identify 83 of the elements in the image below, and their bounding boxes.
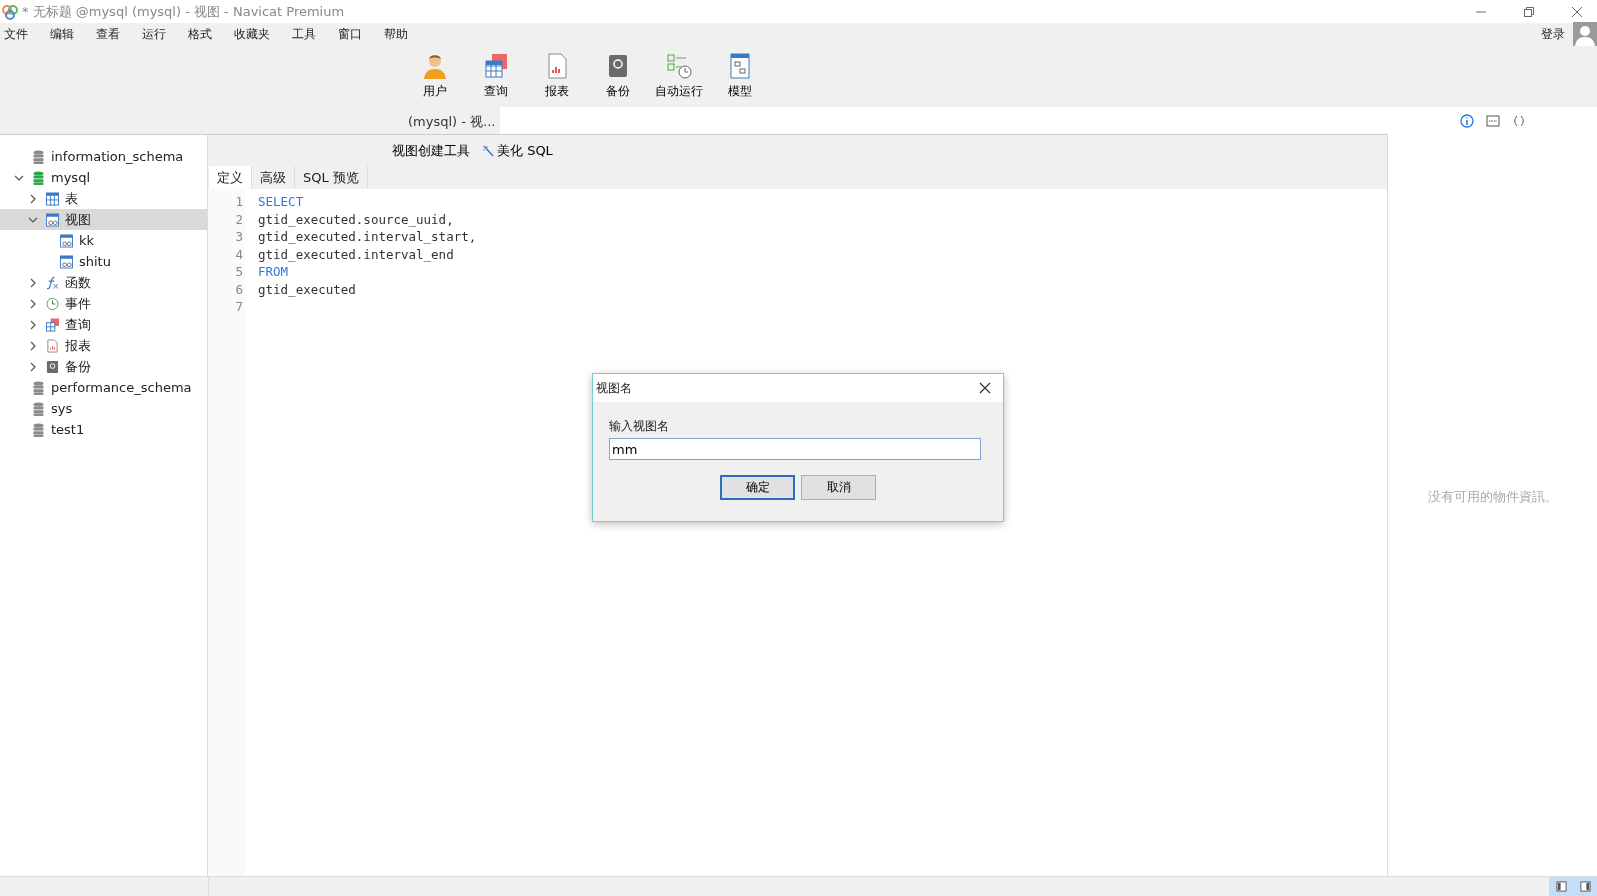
ok-button[interactable]: 确定 [720,475,795,500]
menu-item[interactable]: 收藏夹 [234,25,270,43]
code-line: gtid_executed.interval_start, [258,229,477,245]
code-line: SELECT [258,194,304,210]
view-icon [60,254,73,269]
query-button[interactable]: 查询 [465,47,526,105]
chevron-icon[interactable] [28,361,38,372]
cancel-button[interactable]: 取消 [801,475,876,500]
tree-item[interactable]: 报表 [0,335,207,356]
view-builder-button[interactable]: 视图创建工具 [390,141,472,160]
tree-item[interactable]: kk [0,230,207,251]
close-icon[interactable] [979,382,991,394]
avatar-icon[interactable] [1573,22,1597,46]
grid-icon [46,317,59,332]
schedule-button[interactable]: 自动运行 [648,47,709,105]
chevron-icon[interactable] [28,277,38,288]
menu-item[interactable]: 格式 [188,25,212,43]
tree-item[interactable]: 表 [0,188,207,209]
editor-tab[interactable]: 定义 [209,166,252,189]
line-number: 2 [234,211,244,227]
menu-item[interactable]: 运行 [142,25,166,43]
tree-item[interactable]: sys [0,398,207,419]
checklist-clock-icon [665,52,692,79]
backup-button[interactable]: 备份 [587,47,648,105]
menu-item[interactable]: 文件 [4,25,28,43]
empty-info-message: 没有可用的物件資訊。 [1427,489,1558,504]
tree-item[interactable]: performance_schema [0,377,207,398]
line-number: 5 [234,264,244,280]
wand-icon [482,144,494,157]
field-label: 输入视图名 [609,418,670,435]
table-icon [46,191,59,206]
window-title: * 无标题 @mysql (mysql) - 视图 - Navicat Premium [22,2,345,21]
tree-item[interactable]: information_schema [0,146,207,167]
view-icon [46,212,59,227]
dialog-title: 视图名 [596,379,632,397]
login-link[interactable]: 登录 [1541,25,1565,43]
tree-item[interactable]: 函数 [0,272,207,293]
line-number: 6 [234,281,244,297]
tree-item[interactable]: test1 [0,419,207,440]
code-line: gtid_executed [258,281,356,297]
document-tab[interactable]: (mysql) - 视... [404,107,500,134]
app-logo-icon [2,3,18,20]
panel-icon [1579,881,1591,892]
left-panel-toggle[interactable] [1549,877,1573,896]
tree-item[interactable]: 事件 [0,293,207,314]
document-icon [46,338,59,353]
code-line: gtid_executed.interval_end [258,246,454,262]
menu-item[interactable]: 窗口 [338,25,362,43]
chevron-icon[interactable] [28,298,38,309]
view-icon [60,233,73,248]
grid-icon [482,52,509,79]
code-line: gtid_executed.source_uuid, [258,211,454,227]
line-number: 7 [234,299,244,315]
line-number: 1 [234,194,244,210]
chevron-icon[interactable] [28,319,38,330]
tree-item[interactable]: shitu [0,251,207,272]
right-panel-toggle[interactable] [1573,877,1597,896]
parentheses-icon[interactable] [1512,113,1526,128]
view-name-input[interactable]: mm [609,438,981,460]
chevron-icon[interactable] [28,193,38,204]
user-button[interactable]: 用户 [404,47,465,105]
close-icon[interactable] [1571,5,1583,18]
line-number: 4 [234,246,244,262]
chevron-icon[interactable] [28,340,38,351]
beautify-sql-button[interactable]: 美化 SQL [480,141,555,160]
panel-icon [1555,881,1567,892]
function-icon [46,275,59,290]
report-button[interactable]: 报表 [526,47,587,105]
menu-item[interactable]: 帮助 [384,25,408,43]
code-line: FROM [258,264,289,280]
tree-item[interactable]: 查询 [0,314,207,335]
tree-item[interactable]: 视图 [0,209,207,230]
menu-item[interactable]: 编辑 [50,25,74,43]
menu-item[interactable]: 查看 [96,25,120,43]
restore-icon[interactable] [1523,5,1535,18]
clock-icon [46,296,59,311]
tree-item[interactable]: 备份 [0,356,207,377]
line-number: 3 [234,229,244,245]
model-button[interactable]: 模型 [709,47,770,105]
info-icon[interactable] [1460,113,1474,128]
person-icon [421,52,448,79]
tree-item[interactable]: mysql [0,167,207,188]
menu-item[interactable]: 工具 [292,25,316,43]
